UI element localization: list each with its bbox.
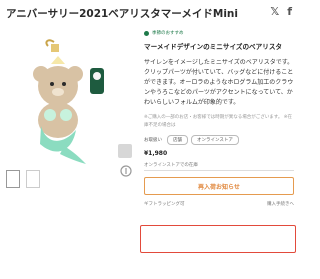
product-image (6, 34, 126, 164)
gift-wrap-label: ギフトラッピング可 (144, 202, 185, 207)
channel-chip: 店舗 (167, 135, 188, 145)
restock-notify-button[interactable]: 再入荷お知らせ (144, 177, 294, 195)
zoom-icon[interactable] (118, 144, 132, 158)
stock-label: オンラインストアでの在庫 (144, 163, 198, 168)
price: ¥1,980 (144, 150, 168, 157)
product-headline: マーメイドデザインのミニサイズのベアリスタ (144, 43, 283, 51)
thumbnail[interactable] (26, 170, 40, 188)
product-note: ※ご購入の一部のお店・お客様では時期が異なる場合がございます。 ※在庫不足の場合… (144, 115, 293, 128)
facebook-icon[interactable]: f (287, 5, 292, 18)
thumbnail-strip (6, 170, 40, 188)
product-title: アニバーサリー2021ベアリスタマーメイドMini (6, 8, 239, 20)
divider (144, 170, 294, 171)
thumbnail[interactable] (6, 170, 20, 188)
twitter-icon[interactable]: 𝕏 (270, 5, 279, 18)
badge-dot (144, 30, 149, 36)
highlight-box (140, 225, 296, 253)
pinterest-icon[interactable] (120, 165, 132, 177)
social-share: 𝕏 f (270, 5, 292, 18)
purchase-link[interactable]: 購入手続きへ (267, 201, 294, 207)
badge-label: 季節のおすすめ (152, 31, 184, 36)
product-details: 季節のおすすめ マーメイドデザインのミニサイズのベアリスタ サイレンをイメージし… (144, 30, 294, 207)
season-badge: 季節のおすすめ (144, 30, 294, 36)
availability-row: お取扱い 店舗 オンラインストア (144, 135, 294, 145)
product-description: サイレンをイメージしたミニサイズのベアリスタです。クリップパーツが付いていて、バ… (144, 59, 294, 106)
channel-chip: オンラインストア (191, 135, 239, 145)
availability-label: お取扱い (144, 138, 162, 143)
footer-actions: ギフトラッピング可 購入手続きへ (144, 201, 294, 207)
